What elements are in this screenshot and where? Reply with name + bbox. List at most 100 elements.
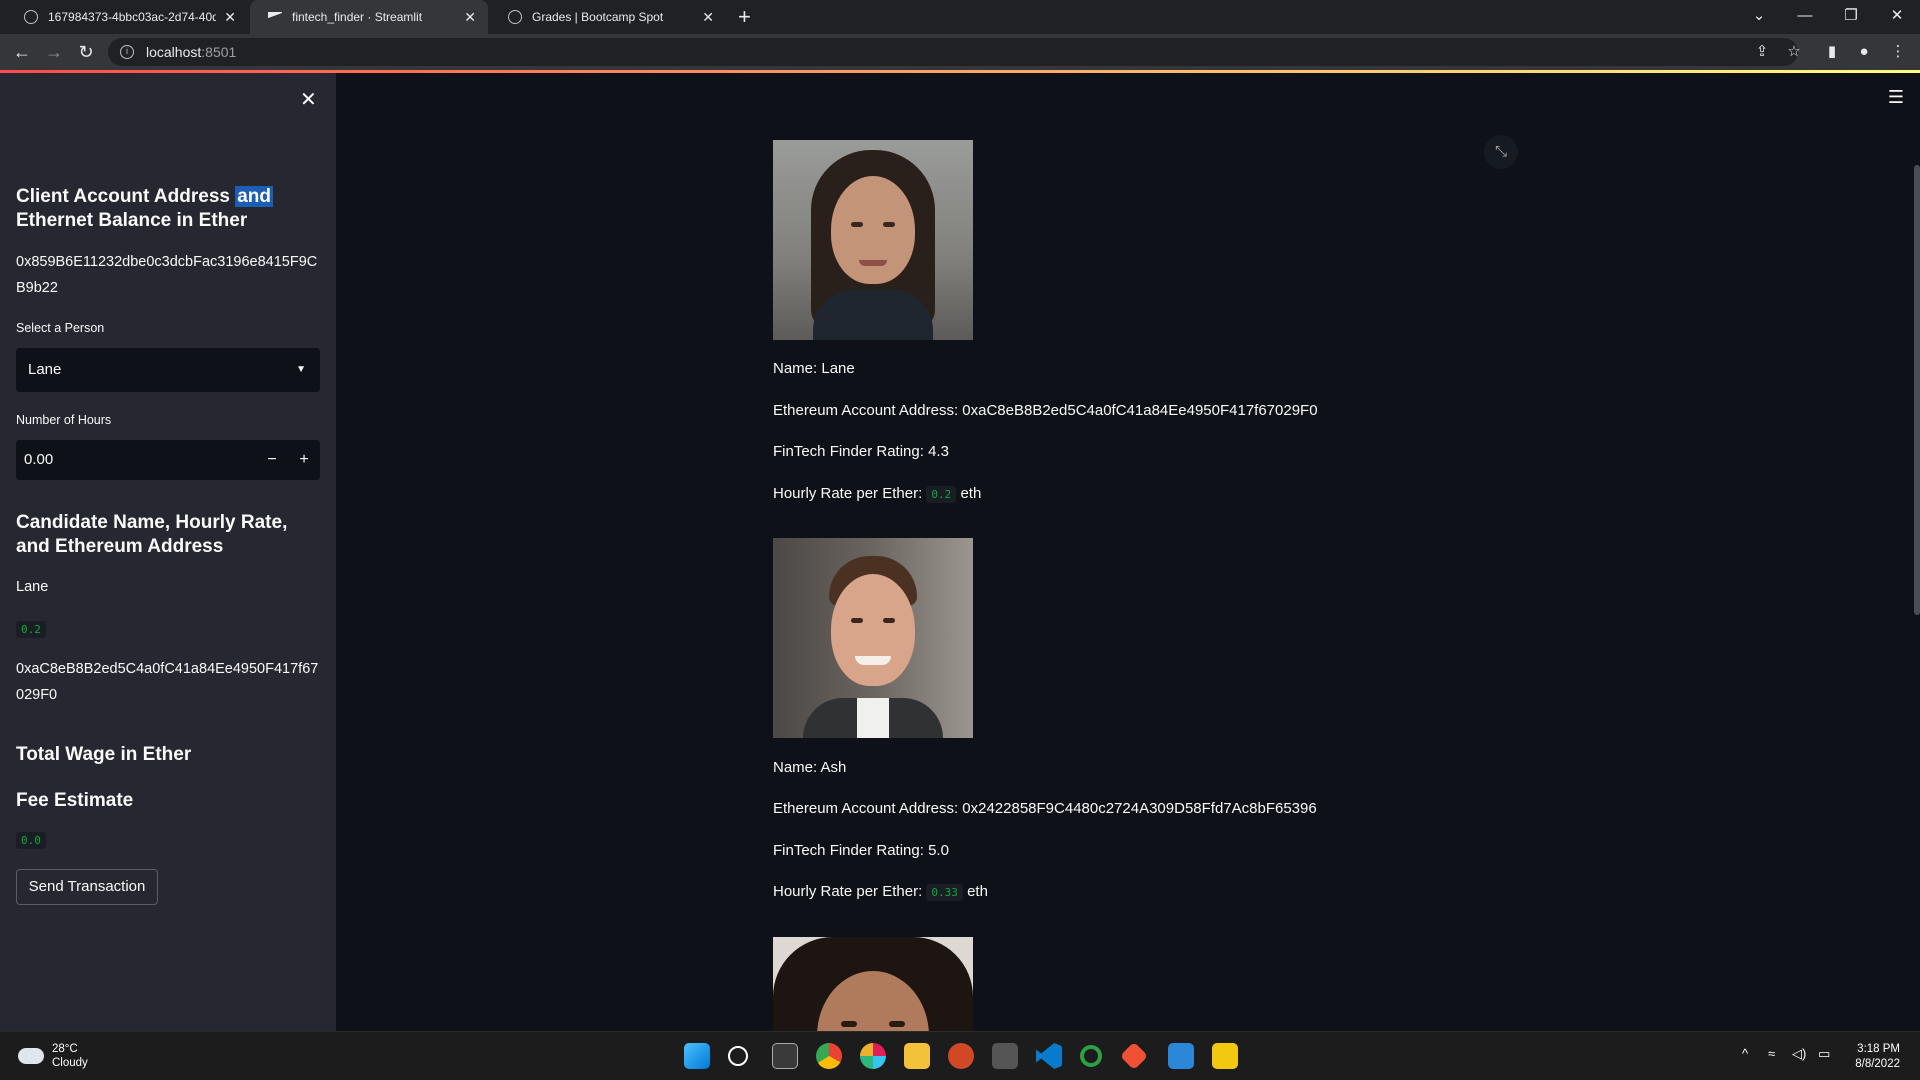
browser-toolbar: ← → ↻ i localhost:8501 ⇪ ☆ ▮ ● ⋮ <box>0 34 1920 70</box>
portrait-image <box>773 140 973 340</box>
chevron-up-icon[interactable]: ^ <box>1742 1046 1748 1061</box>
main-content: ☰ ⤡ Name: Lane Ethereum Account Address:… <box>336 73 1920 1031</box>
sidebar: ✕ Client Account Address and Ethernet Ba… <box>0 73 336 1031</box>
restore-icon[interactable]: ❐ <box>1828 0 1874 30</box>
start-icon[interactable] <box>684 1043 710 1069</box>
candidate-address-line: Ethereum Account Address: 0xaC8eB8B2ed5C… <box>773 402 1318 419</box>
chevron-down-icon: ▼ <box>296 364 306 375</box>
scrollbar[interactable] <box>1914 165 1920 615</box>
close-tab-icon[interactable]: ✕ <box>464 9 476 26</box>
candidate-address-line: Ethereum Account Address: 0x2422858F9C44… <box>773 800 1317 817</box>
hours-value[interactable]: 0.00 <box>24 440 53 480</box>
vscode-icon[interactable] <box>1036 1043 1062 1069</box>
candidate-rating-line: FinTech Finder Rating: 4.3 <box>773 443 949 460</box>
weather-condition: Cloudy <box>52 1057 88 1069</box>
heading-text: Ethernet Balance in Ether <box>16 210 248 231</box>
rate-value: 0.33 <box>926 884 963 901</box>
select-value: Lane <box>28 361 62 378</box>
hamburger-menu-icon[interactable]: ☰ <box>1888 87 1904 108</box>
candidate-rating-line: FinTech Finder Rating: 5.0 <box>773 842 949 859</box>
rate-value: 0.2 <box>926 486 957 503</box>
photos-icon[interactable] <box>1168 1043 1194 1069</box>
browser-tab-2[interactable]: fintech_finder · Streamlit ✕ <box>250 0 488 34</box>
hours-label: Number of Hours <box>16 413 112 427</box>
plus-icon[interactable]: + <box>288 440 320 480</box>
slack-icon[interactable] <box>860 1043 886 1069</box>
site-info-icon[interactable]: i <box>120 45 134 59</box>
fullscreen-icon[interactable]: ⤡ <box>1484 135 1518 169</box>
share-icon[interactable]: ⇪ <box>1752 42 1772 62</box>
profile-icon[interactable]: ● <box>1854 42 1874 62</box>
candidate-photo-3 <box>773 937 973 1031</box>
rate-suffix: eth <box>967 883 988 900</box>
browser-tab-bar: 167984373-4bbc03ac-2d74-40d ✕ fintech_fi… <box>0 0 1920 34</box>
powerpoint-icon[interactable] <box>948 1043 974 1069</box>
reload-icon[interactable]: ↻ <box>74 40 98 64</box>
wifi-icon[interactable]: ≈ <box>1768 1046 1775 1061</box>
windows-taskbar: 28°C Cloudy ^ ≈ ◁) ▭ 3:18 PM 8/8/2022 <box>0 1031 1920 1080</box>
candidate-rate-line: Hourly Rate per Ether: 0.33 eth <box>773 882 988 903</box>
candidate-address: 0xaC8eB8B2ed5C4a0fC41a84Ee4950F417f67029… <box>16 661 319 703</box>
weather-temp: 28°C <box>52 1043 78 1055</box>
weather-widget[interactable]: 28°C Cloudy <box>18 1042 88 1070</box>
portrait-image <box>773 937 973 1031</box>
rate-prefix: Hourly Rate per Ether: <box>773 883 923 900</box>
candidate-rate-line: Hourly Rate per Ether: 0.2 eth <box>773 484 981 505</box>
heading-text: Client Account Address <box>16 186 236 207</box>
battery-icon[interactable]: ▭ <box>1818 1046 1830 1062</box>
cloud-icon <box>18 1048 44 1064</box>
hours-number-input[interactable]: 0.00 − + <box>16 440 320 480</box>
file-explorer-icon[interactable] <box>904 1043 930 1069</box>
candidate-name-line: Name: Ash <box>773 759 847 776</box>
browser-tab-1[interactable]: 167984373-4bbc03ac-2d74-40d ✕ <box>6 0 248 34</box>
highlighted-text: and <box>235 186 274 207</box>
tab-search-icon[interactable]: ⌄ <box>1736 0 1782 30</box>
git-icon[interactable] <box>1119 1041 1149 1071</box>
close-tab-icon[interactable]: ✕ <box>702 9 714 26</box>
chrome-icon[interactable] <box>816 1043 842 1069</box>
rate-prefix: Hourly Rate per Ether: <box>773 485 923 502</box>
globe-icon <box>508 10 522 24</box>
app-icon[interactable] <box>992 1043 1018 1069</box>
git-client-icon[interactable] <box>1080 1045 1102 1067</box>
side-panel-icon[interactable]: ▮ <box>1822 42 1842 62</box>
address-bar[interactable]: i localhost:8501 <box>108 38 1798 66</box>
browser-tab-3[interactable]: Grades | Bootcamp Spot ✕ <box>490 0 726 34</box>
candidate-name: Lane <box>16 579 49 595</box>
clock-time: 3:18 PM <box>1857 1043 1900 1055</box>
search-icon[interactable] <box>728 1046 748 1066</box>
fee-value: 0.0 <box>16 831 46 849</box>
browser-menu-icon[interactable]: ⋮ <box>1888 42 1908 62</box>
close-window-icon[interactable]: ✕ <box>1874 0 1920 30</box>
minus-icon[interactable]: − <box>256 440 288 480</box>
clock[interactable]: 3:18 PM 8/8/2022 <box>1855 1042 1900 1072</box>
candidate-rate: 0.2 <box>16 620 46 638</box>
fee-estimate-heading: Fee Estimate <box>16 790 134 811</box>
select-person-label: Select a Person <box>16 321 105 335</box>
close-sidebar-icon[interactable]: ✕ <box>300 87 317 112</box>
minimize-icon[interactable]: — <box>1782 0 1828 30</box>
clock-date: 8/8/2022 <box>1855 1058 1900 1070</box>
rate-suffix: eth <box>960 485 982 502</box>
candidate-heading: Candidate Name, Hourly Rate, and Ethereu… <box>16 512 288 557</box>
close-tab-icon[interactable]: ✕ <box>224 9 236 26</box>
forward-icon[interactable]: → <box>42 40 66 64</box>
send-transaction-button[interactable]: Send Transaction <box>16 869 158 905</box>
select-person-dropdown[interactable]: Lane ▼ <box>16 348 320 392</box>
back-icon[interactable]: ← <box>10 40 34 64</box>
tab-title: 167984373-4bbc03ac-2d74-40d <box>48 10 217 24</box>
tab-title: fintech_finder · Streamlit <box>292 10 423 24</box>
new-tab-button[interactable]: + <box>738 4 751 30</box>
fee-value-code: 0.0 <box>16 832 46 849</box>
candidate-photo-ash <box>773 538 973 738</box>
client-address: 0x859B6E11232dbe0c3dcbFac3196e8415F9CB9b… <box>16 254 318 296</box>
url-host: localhost <box>146 44 202 60</box>
task-view-icon[interactable] <box>772 1043 798 1069</box>
candidate-name-line: Name: Lane <box>773 360 855 377</box>
bookmark-star-icon[interactable]: ☆ <box>1784 42 1804 62</box>
volume-icon[interactable]: ◁) <box>1792 1046 1806 1062</box>
tab-title: Grades | Bootcamp Spot <box>532 10 664 24</box>
candidate-rate-code: 0.2 <box>16 621 46 638</box>
total-wage-heading: Total Wage in Ether <box>16 744 192 765</box>
powerbi-icon[interactable] <box>1212 1043 1238 1069</box>
